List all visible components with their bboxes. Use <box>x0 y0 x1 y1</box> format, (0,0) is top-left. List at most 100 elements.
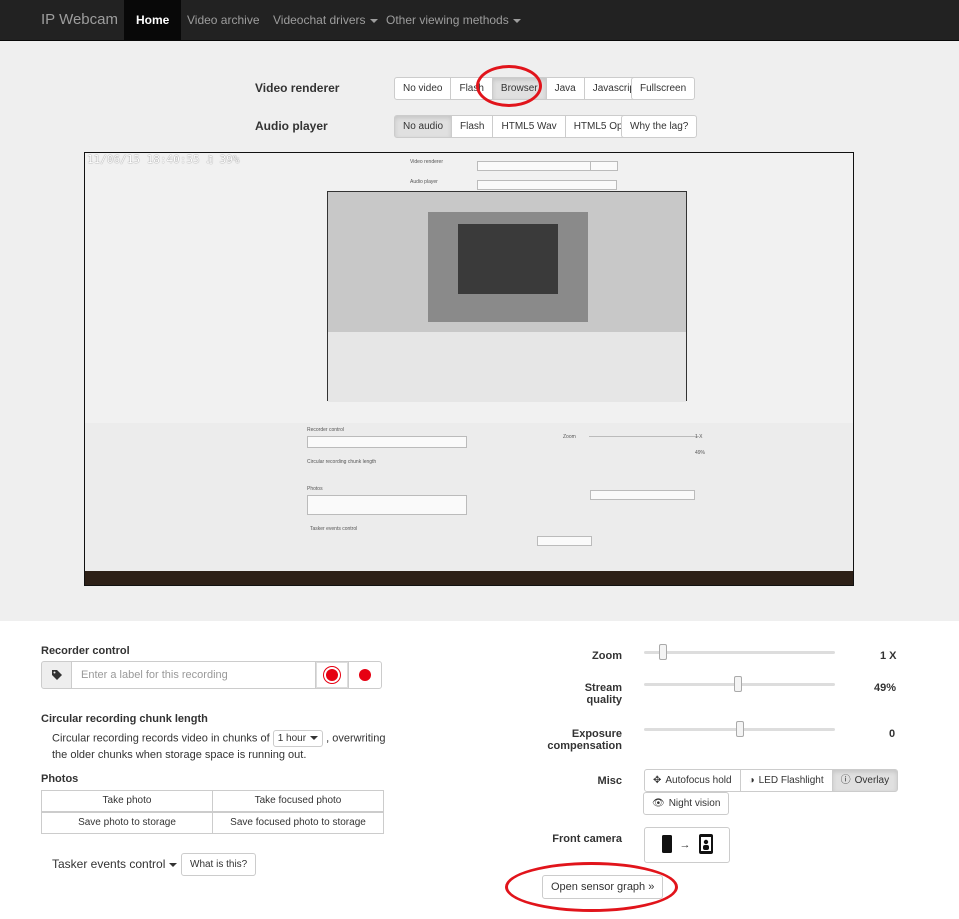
mini-zoom-value: 1 X <box>695 434 703 440</box>
mini-misc-buttons <box>590 490 695 500</box>
mini-fullscreen <box>590 161 618 171</box>
stream-quality-line2: quality <box>586 694 622 706</box>
front-camera-toggle[interactable]: → <box>644 827 730 863</box>
take-focused-photo-button[interactable]: Take focused photo <box>212 790 384 812</box>
chevron-down-icon <box>512 18 521 23</box>
overlay-button[interactable]: ⓘ Overlay <box>831 769 899 792</box>
exposure-label: Exposure compensation <box>530 728 622 752</box>
chunk-length-select[interactable]: 1 hour <box>272 730 324 747</box>
record-toggle-button[interactable] <box>315 661 349 689</box>
front-camera-label: Front camera <box>552 833 622 845</box>
phone-back-icon <box>661 834 672 856</box>
mini-zoom: Zoom <box>563 434 576 440</box>
stream-quality-slider-thumb[interactable] <box>734 676 742 692</box>
autofocus-hold-button[interactable]: ✥ Autofocus hold <box>644 769 741 792</box>
tasker-help-button[interactable]: What is this? <box>181 853 257 876</box>
chevron-down-icon <box>169 862 178 867</box>
record-button[interactable] <box>348 661 382 689</box>
mini-photo-buttons <box>307 495 467 515</box>
nav-home[interactable]: Home <box>124 0 182 41</box>
video-osd-timestamp: 11/06/15 18:40:55 ♫ 39% <box>87 153 240 166</box>
chunk-select-value: 1 hour <box>277 733 307 744</box>
mini-recorder-control: Recorder control <box>307 427 344 433</box>
zoom-slider-thumb[interactable] <box>659 644 667 660</box>
renderer-flash-button[interactable]: Flash <box>450 77 493 100</box>
nav-other-viewing-methods[interactable]: Other viewing methods <box>374 0 533 41</box>
stream-quality-slider[interactable] <box>644 676 835 692</box>
mini-tasker: Tasker events control <box>310 526 358 532</box>
desktop-taskbar <box>85 571 853 585</box>
mini-audio-buttons <box>477 180 617 190</box>
mini-chunk-title: Circular recording chunk length <box>307 459 377 465</box>
tasker-label: Tasker events control <box>52 857 166 871</box>
zoom-value: 1 X <box>880 650 897 662</box>
exposure-slider[interactable] <box>644 721 835 737</box>
top-navbar: IP Webcam Home Video archive Videochat d… <box>0 0 959 41</box>
audio-no-audio-button[interactable]: No audio <box>394 115 453 138</box>
chunk-text-line2: the older chunks when storage space is r… <box>52 749 307 761</box>
nav-videochat-drivers-label: Videochat drivers <box>273 13 366 27</box>
why-the-lag-button[interactable]: Why the lag? <box>621 115 698 138</box>
renderer-no-video-button[interactable]: No video <box>394 77 452 100</box>
exposure-line2: compensation <box>547 740 622 752</box>
video-lower-area <box>85 423 853 585</box>
photos-title: Photos <box>41 773 79 785</box>
renderer-browser-button[interactable]: Browser <box>491 77 547 100</box>
chunk-text-before: Circular recording records video in chun… <box>52 732 270 745</box>
stream-quality-label: Stream quality <box>540 682 622 706</box>
eye-icon: 👁 <box>652 798 665 809</box>
brand-logo[interactable]: IP Webcam <box>41 11 118 28</box>
recorder-input-group: Enter a label for this recording <box>41 661 382 689</box>
save-photo-button[interactable]: Save photo to storage <box>41 812 213 834</box>
mini-quality-value: 49% <box>695 450 706 456</box>
nav-other-viewing-label: Other viewing methods <box>386 13 509 27</box>
tasker-events-dropdown[interactable]: Tasker events control <box>52 857 178 871</box>
led-flashlight-button[interactable]: ◑ LED Flashlight <box>739 769 833 792</box>
chunk-text-after: , overwriting <box>326 732 386 745</box>
crosshair-icon: ✥ <box>653 775 662 786</box>
zoom-label: Zoom <box>592 650 622 662</box>
phone-front-icon <box>698 833 713 857</box>
nav-videochat-drivers[interactable]: Videochat drivers <box>261 0 390 41</box>
mini-video-renderer-label: Video renderer <box>410 159 443 165</box>
misc-button-group: ✥ Autofocus hold ◑ LED Flashlight ⓘ Overlay <box>644 769 899 792</box>
mini-sensor-graph <box>537 536 592 546</box>
recording-label-input[interactable]: Enter a label for this recording <box>72 661 316 689</box>
recorder-control-title: Recorder control <box>41 645 130 657</box>
save-focused-photo-button[interactable]: Save focused photo to storage <box>212 812 384 834</box>
mini-photos-title: Photos <box>307 486 323 492</box>
video-renderer-group: No video Flash Browser Java Javascript <box>394 77 647 100</box>
exposure-slider-thumb[interactable] <box>736 721 744 737</box>
renderer-java-button[interactable]: Java <box>545 77 585 100</box>
fullscreen-button[interactable]: Fullscreen <box>631 77 696 100</box>
nav-video-archive[interactable]: Video archive <box>175 0 272 41</box>
stream-quality-line1: Stream <box>584 682 622 694</box>
zoom-slider[interactable] <box>644 644 835 660</box>
audio-html5-wav-button[interactable]: HTML5 Wav <box>492 115 566 138</box>
misc-label: Misc <box>597 775 622 787</box>
exposure-line1: Exposure <box>571 728 622 740</box>
open-sensor-graph-button[interactable]: Open sensor graph » <box>542 875 664 899</box>
arrow-right-icon: → <box>679 839 691 851</box>
audio-flash-button[interactable]: Flash <box>451 115 494 138</box>
record-active-icon <box>326 669 338 681</box>
overlay-label: Overlay <box>854 775 890 786</box>
chevron-down-icon <box>310 736 319 741</box>
autofocus-label: Autofocus hold <box>665 775 732 786</box>
video-renderer-label: Video renderer <box>255 81 340 95</box>
take-photo-button[interactable]: Take photo <box>41 790 213 812</box>
exposure-value: 0 <box>889 728 896 740</box>
night-vision-button[interactable]: 👁 Night vision <box>643 792 730 815</box>
info-icon: ⓘ <box>840 775 851 786</box>
audio-player-label: Audio player <box>255 119 328 133</box>
audio-player-group: No audio Flash HTML5 Wav HTML5 Opus <box>394 115 643 138</box>
night-vision-label: Night vision <box>668 798 721 809</box>
record-icon <box>359 669 371 681</box>
mini-recorder-input <box>307 436 467 448</box>
video-stream[interactable]: 11/06/15 18:40:55 ♫ 39% Video renderer A… <box>84 152 854 586</box>
tag-icon <box>41 661 72 689</box>
flashlight-label: LED Flashlight <box>758 775 824 786</box>
chunk-length-description: Circular recording records video in chun… <box>52 730 392 763</box>
stream-quality-value: 49% <box>874 682 897 694</box>
nested-video-frame <box>327 191 687 402</box>
